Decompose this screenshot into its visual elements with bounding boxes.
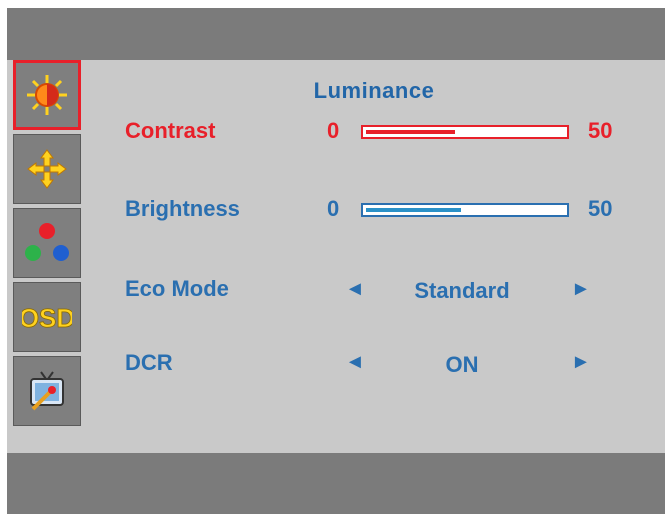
brightness-slider[interactable] [361, 203, 569, 217]
brightness-fill [366, 208, 461, 212]
tv-tools-icon [30, 371, 64, 411]
tab-extra[interactable] [13, 356, 81, 426]
panel-title: Luminance [313, 78, 435, 103]
tab-image-setup[interactable] [13, 134, 81, 204]
brightness-label: Brightness [125, 196, 240, 221]
osd-menu: OSD Luminance Contrast 0 50 Brightness 0 [7, 8, 665, 514]
brightness-min: 0 [327, 196, 340, 221]
sidebar: OSD [7, 60, 83, 453]
svg-text:OSD: OSD [22, 303, 72, 333]
tab-osd-setup[interactable]: OSD [13, 282, 81, 352]
eco-mode-right-arrow[interactable]: ► [571, 278, 591, 301]
top-bar [7, 8, 665, 60]
tab-color-setup[interactable] [13, 208, 81, 278]
contrast-max: 50 [588, 118, 613, 143]
contrast-slider[interactable] [361, 125, 569, 139]
bottom-bar [7, 453, 665, 514]
sun-icon [27, 75, 67, 115]
eco-mode-left-arrow[interactable]: ◄ [345, 278, 365, 301]
contrast-min: 0 [327, 118, 340, 143]
eco-mode-label: Eco Mode [125, 276, 229, 301]
luminance-panel: Luminance Contrast 0 50 Brightness 0 50 … [83, 60, 665, 453]
color-dots-icon [25, 223, 69, 261]
dcr-right-arrow[interactable]: ► [571, 351, 591, 374]
contrast-fill [366, 130, 455, 134]
eco-mode-value: Standard [414, 278, 510, 303]
dcr-label: DCR [125, 350, 173, 375]
tab-luminance[interactable] [13, 60, 81, 130]
move-arrows-icon [27, 149, 67, 189]
dcr-value: ON [445, 352, 479, 377]
brightness-max: 50 [588, 196, 613, 221]
dcr-left-arrow[interactable]: ◄ [345, 351, 365, 374]
contrast-label: Contrast [125, 118, 216, 143]
osd-icon: OSD [22, 303, 72, 334]
